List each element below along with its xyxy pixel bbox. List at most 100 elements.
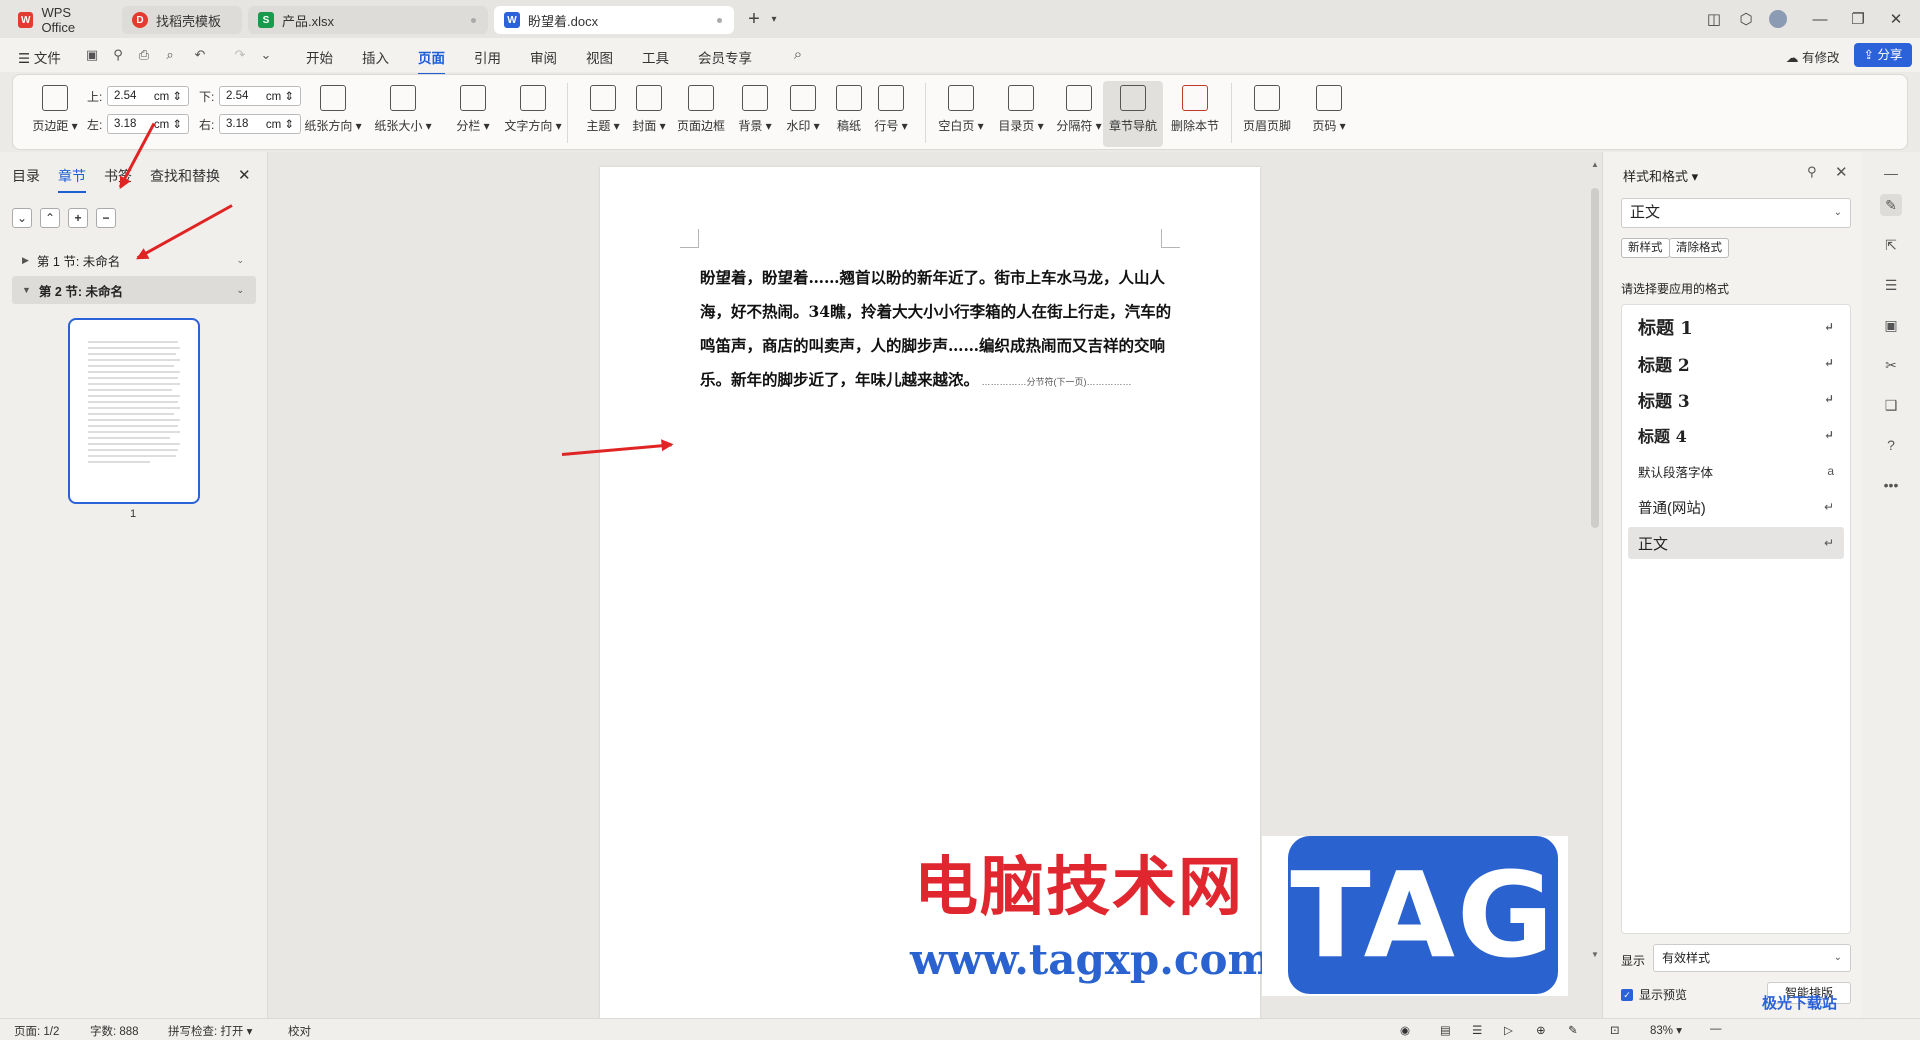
style-normal-web[interactable]: 普通(网站) ↵ — [1628, 491, 1844, 523]
menu-tools[interactable]: 工具 — [642, 47, 669, 67]
vertical-scrollbar[interactable]: ▲ ▼ — [1588, 152, 1602, 1018]
paper-size-button[interactable]: 纸张大小 ▾ — [373, 81, 433, 147]
adjust-sliders-icon[interactable]: ☰ — [1880, 274, 1902, 296]
menu-review[interactable]: 审阅 — [530, 47, 557, 67]
margin-right-field[interactable]: 右: 3.18 cm ⇕ — [199, 113, 301, 135]
print-icon[interactable]: ⎙ — [136, 47, 152, 63]
text-direction-button[interactable]: 文字方向 ▾ — [503, 81, 563, 147]
delete-section-button[interactable]: 删除本节 — [1165, 81, 1225, 147]
menu-view[interactable]: 视图 — [586, 47, 613, 67]
tools-icon[interactable]: ✂ — [1880, 354, 1902, 376]
image-edit-icon[interactable]: ▣ — [1880, 314, 1902, 336]
section-item-1[interactable]: ▶ 第 1 节: 未命名 ⌄ — [12, 246, 256, 274]
document-body[interactable]: 盼望着，盼望着……翘首以盼的新年近了。街市上车水马龙，人山人海，好不热闹。34瞧… — [700, 261, 1178, 399]
play-icon[interactable]: ▷ — [1504, 1023, 1513, 1037]
help-icon[interactable]: ? — [1880, 434, 1902, 456]
tab-find-replace[interactable]: 查找和替换 — [150, 166, 220, 186]
outline-view-icon[interactable]: ☰ — [1472, 1023, 1482, 1037]
page-view-icon[interactable]: ▤ — [1440, 1023, 1451, 1037]
orientation-button[interactable]: 纸张方向 ▾ — [303, 81, 363, 147]
tab-sections[interactable]: 章节 — [58, 166, 86, 193]
cover-button[interactable]: 封面 ▾ — [619, 81, 679, 147]
close-icon[interactable]: ✕ — [1835, 163, 1848, 181]
fit-page-icon[interactable]: ⊡ — [1610, 1023, 1620, 1037]
line-number-button[interactable]: 行号 ▾ — [861, 81, 921, 147]
page-number-button[interactable]: 页码 ▾ — [1299, 81, 1359, 147]
current-style-select[interactable]: 正文 ⌄ — [1621, 198, 1851, 228]
blank-page-button[interactable]: 空白页 ▾ — [931, 81, 991, 147]
margin-left-field[interactable]: 左: 3.18 cm ⇕ — [87, 113, 189, 135]
menu-member[interactable]: 会员专享 — [698, 47, 752, 67]
add-section-button[interactable]: + — [68, 208, 88, 228]
menu-start[interactable]: 开始 — [306, 47, 333, 67]
style-heading-3[interactable]: 标题 3 ↵ — [1628, 383, 1844, 415]
page-border-button[interactable]: 页面边框 — [671, 81, 731, 147]
separator-button[interactable]: 分隔符 ▾ — [1049, 81, 1109, 147]
pen-icon[interactable]: ✎ — [1568, 1023, 1578, 1037]
tab-list-chevron-icon[interactable]: ▾ — [762, 8, 786, 30]
section-item-2[interactable]: ▼ 第 2 节: 未命名 ⌄ — [12, 276, 256, 304]
menu-references[interactable]: 引用 — [474, 47, 501, 67]
remove-section-button[interactable]: − — [96, 208, 116, 228]
margin-top-field[interactable]: 上: 2.54 cm ⇕ — [87, 85, 189, 107]
header-footer-button[interactable]: 页眉页脚 — [1237, 81, 1297, 147]
chevron-up-icon[interactable]: ⌃ — [40, 208, 60, 228]
menu-insert[interactable]: 插入 — [362, 47, 389, 67]
minimize-icon[interactable]: — — [1808, 8, 1832, 30]
show-preview-checkbox[interactable]: ✓ 显示预览 — [1621, 986, 1687, 1003]
show-styles-select[interactable]: 有效样式 ⌄ — [1653, 944, 1851, 972]
toc-page-button[interactable]: 目录页 ▾ — [991, 81, 1051, 147]
chevron-down-icon[interactable]: ⌄ — [12, 208, 32, 228]
file-menu[interactable]: ☰ 文件 — [18, 47, 61, 67]
spell-check[interactable]: 拼写检查: 打开 ▾ — [168, 1023, 252, 1039]
link-icon[interactable]: ⚲ — [110, 47, 126, 63]
tab-close-dot-icon[interactable] — [471, 18, 476, 23]
tab-wps-office[interactable]: W WPS Office — [8, 5, 116, 35]
margins-button[interactable]: 页边距 ▾ — [25, 81, 85, 147]
tab-toc[interactable]: 目录 — [12, 166, 40, 186]
page-count[interactable]: 页面: 1/2 — [14, 1023, 59, 1039]
pin-icon[interactable]: ⚲ — [1807, 164, 1817, 180]
scroll-thumb[interactable] — [1591, 188, 1599, 528]
print-preview-icon[interactable]: ⌕ — [162, 47, 178, 63]
word-count[interactable]: 字数: 888 — [90, 1023, 139, 1039]
share-button[interactable]: ⇪ 分享 — [1854, 43, 1912, 67]
close-icon[interactable]: ✕ — [1884, 8, 1908, 30]
page-thumbnail[interactable] — [68, 318, 200, 504]
redo-icon[interactable]: ↷ — [232, 47, 248, 63]
select-cursor-icon[interactable]: ⇱ — [1880, 234, 1902, 256]
tab-close-dot-icon[interactable] — [717, 18, 722, 23]
clear-format-button[interactable]: 清除格式 — [1669, 238, 1729, 258]
web-view-icon[interactable]: ⊕ — [1536, 1023, 1546, 1037]
more-icon[interactable]: ••• — [1880, 474, 1902, 496]
search-icon[interactable]: ⌕ — [790, 47, 806, 63]
tab-xlsx[interactable]: S 产品.xlsx — [248, 6, 488, 34]
margin-bottom-field[interactable]: 下: 2.54 cm ⇕ — [199, 85, 301, 107]
tab-templates[interactable]: D 找稻壳模板 — [122, 6, 242, 34]
cube-icon[interactable]: ⬡ — [1734, 8, 1758, 30]
menu-page[interactable]: 页面 — [418, 47, 445, 75]
book-icon[interactable]: ❑ — [1880, 394, 1902, 416]
zoom-out-icon[interactable]: — — [1710, 1023, 1722, 1035]
collapse-rail-icon[interactable]: — — [1880, 162, 1902, 184]
new-style-button[interactable]: 新样式 — [1621, 238, 1670, 258]
modified-indicator[interactable]: ☁ 有修改 — [1786, 47, 1840, 66]
style-default-font[interactable]: 默认段落字体 a — [1628, 455, 1844, 487]
styles-pane-title[interactable]: 样式和格式 ▾ — [1623, 166, 1698, 185]
style-heading-2[interactable]: 标题 2 ↵ — [1628, 347, 1844, 379]
undo-icon[interactable]: ↶ — [192, 47, 208, 63]
tab-docx-active[interactable]: W 盼望着.docx — [494, 6, 734, 34]
section-nav-button[interactable]: 章节导航 — [1103, 81, 1163, 147]
style-heading-4[interactable]: 标题 4 ↵ — [1628, 419, 1844, 451]
proofread[interactable]: 校对 — [288, 1023, 311, 1039]
avatar[interactable] — [1766, 8, 1790, 30]
layout-icon[interactable]: ◫ — [1702, 8, 1726, 30]
style-heading-1[interactable]: 标题 1 ↵ — [1628, 311, 1844, 343]
zoom-level[interactable]: 83% ▾ — [1650, 1023, 1682, 1037]
restore-icon[interactable]: ❐ — [1846, 8, 1870, 30]
style-pen-icon[interactable]: ✎ — [1880, 194, 1902, 216]
style-body-text[interactable]: 正文 ↵ — [1628, 527, 1844, 559]
eye-icon[interactable]: ◉ — [1400, 1023, 1410, 1037]
quick-access-chevron-icon[interactable]: ⌄ — [258, 47, 274, 63]
save-icon[interactable]: ▣ — [84, 47, 100, 63]
